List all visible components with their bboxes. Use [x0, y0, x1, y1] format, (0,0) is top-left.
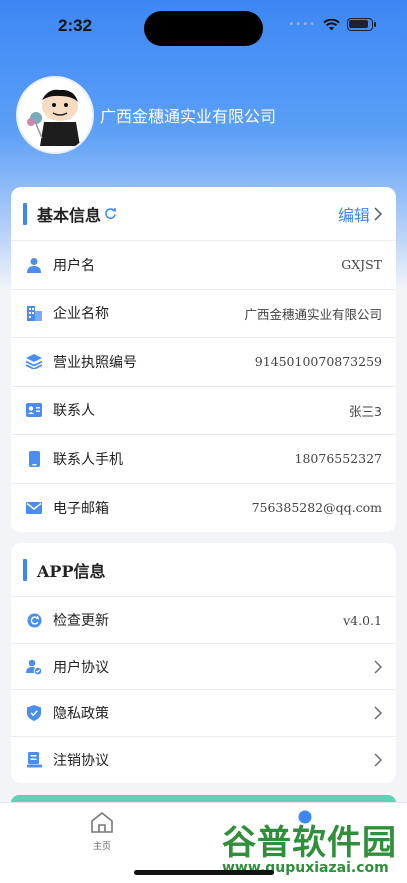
app-version: v4.0.1 [343, 612, 382, 628]
info-label: 联系人手机 [53, 451, 123, 468]
signal-icon: •••• [288, 19, 316, 30]
edit-label: 编辑 [337, 205, 370, 225]
privacy-policy-row[interactable]: 隐私政策 [11, 690, 396, 737]
wifi-icon [323, 18, 340, 30]
phone-icon [25, 450, 43, 468]
info-value: 9145010070873259 [254, 354, 382, 370]
app-info-card: APP信息 检查更新 v4.0.1 用户协议 隐私政策 注销协议 [11, 543, 396, 783]
info-row-contact: 联系人 张三3 [11, 387, 396, 435]
building-icon [25, 304, 43, 322]
layers-icon [25, 353, 43, 371]
dynamic-island [144, 11, 263, 46]
info-row-phone: 联系人手机 18076552327 [11, 435, 396, 484]
info-value: 广西金穗通实业有限公司 [244, 306, 382, 322]
menu-label: 检查更新 [53, 613, 109, 629]
section-accent-bar [23, 558, 27, 581]
basic-info-header: 基本信息 编辑 [11, 187, 396, 241]
info-value: 张三3 [349, 403, 382, 419]
user-agreement-icon [25, 658, 43, 676]
cancel-agreement-row[interactable]: 注销协议 [11, 737, 396, 783]
home-icon [91, 811, 113, 833]
status-time: 2:32 [58, 16, 93, 35]
info-label: 用户名 [53, 257, 95, 274]
mail-icon [25, 499, 43, 517]
basic-info-card: 基本信息 编辑 用户名 GXJST 企业名称 广西金穗通实业有限公司 营业执照编… [11, 187, 396, 532]
section-accent-bar [23, 202, 27, 225]
battery-icon [347, 18, 376, 31]
chevron-right-icon [374, 660, 382, 674]
avatar-cartoon-icon [20, 80, 90, 150]
watermark-text: 谷普软件园 [222, 823, 397, 863]
info-label: 营业执照编号 [53, 354, 137, 371]
status-icons: •••• [288, 18, 376, 31]
menu-label: 用户协议 [53, 659, 109, 676]
chevron-right-icon [374, 206, 382, 221]
app-info-title: APP信息 [37, 561, 106, 581]
app-info-header: APP信息 [11, 543, 396, 597]
contact-card-icon [25, 401, 43, 419]
user-agreement-row[interactable]: 用户协议 [11, 644, 396, 690]
menu-label: 注销协议 [53, 753, 109, 769]
company-name: 广西金穗通实业有限公司 [100, 107, 277, 126]
profile-header: 广西金穗通实业有限公司 [16, 76, 276, 154]
status-bar: 2:32 •••• [0, 0, 407, 56]
chevron-right-icon [374, 753, 382, 767]
cancel-account-icon [25, 751, 43, 769]
menu-label: 隐私政策 [53, 706, 109, 722]
info-row-username: 用户名 GXJST [11, 241, 396, 290]
info-row-email: 电子邮箱 756385282@qq.com [11, 484, 396, 533]
avatar[interactable] [16, 76, 94, 154]
user-icon [25, 256, 43, 274]
info-row-company: 企业名称 广西金穗通实业有限公司 [11, 290, 396, 338]
info-value: 18076552327 [294, 451, 382, 467]
info-value: 756385282@qq.com [251, 500, 382, 516]
check-update-row[interactable]: 检查更新 v4.0.1 [11, 597, 396, 644]
info-label: 联系人 [53, 403, 95, 420]
edit-button[interactable]: 编辑 [338, 202, 382, 226]
home-indicator [134, 870, 274, 875]
shield-icon [25, 704, 43, 722]
basic-info-title: 基本信息 [37, 205, 102, 225]
refresh-icon[interactable] [104, 207, 117, 220]
info-label: 电子邮箱 [53, 500, 109, 517]
chevron-right-icon [374, 706, 382, 720]
info-label: 企业名称 [53, 306, 109, 323]
info-value: GXJST [341, 257, 382, 273]
update-icon [25, 611, 43, 629]
tab-home[interactable]: 主页 [88, 811, 116, 852]
info-row-license: 营业执照编号 9145010070873259 [11, 338, 396, 387]
tab-home-label: 主页 [92, 842, 111, 852]
